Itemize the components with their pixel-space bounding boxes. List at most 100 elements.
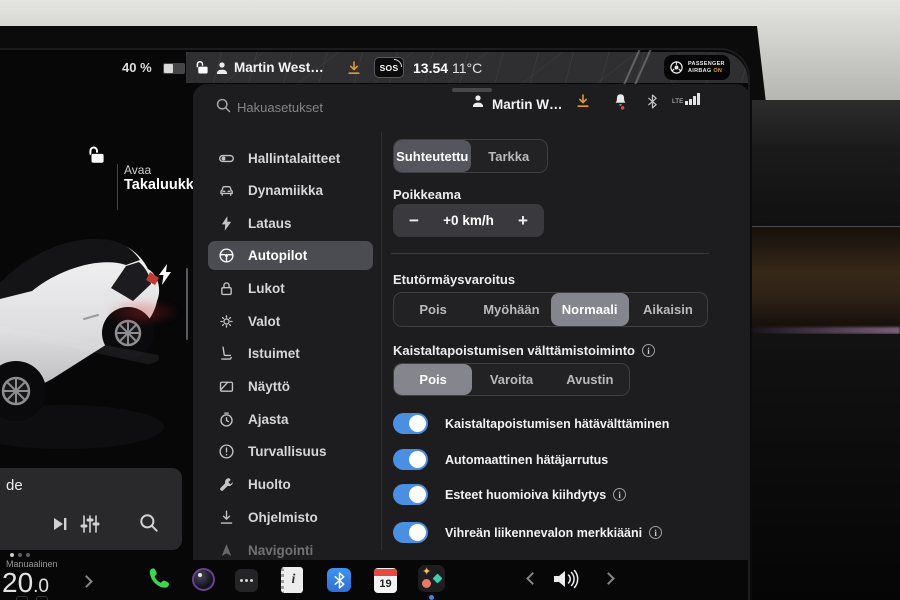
skip-next-icon[interactable]	[50, 514, 70, 534]
decrease-button[interactable]: −	[406, 211, 422, 231]
driver-profile-icon[interactable]	[214, 52, 230, 83]
forward-collision-label: Etutörmäysvaroitus	[393, 272, 515, 287]
info-icon[interactable]	[613, 488, 626, 501]
toggle-row: Kaistaltapoistumisen hätävälttäminen	[393, 413, 669, 434]
option-off[interactable]: Pois	[394, 293, 472, 326]
car-unlocked-icon[interactable]	[194, 52, 211, 83]
toggle-row: Vihreän liikennevalon merkkiääni	[393, 522, 662, 543]
more-apps-icon[interactable]	[235, 569, 258, 592]
option-assist[interactable]: Avustin	[551, 364, 629, 395]
trunk-divider	[117, 164, 118, 210]
sidebar-item-autopilot[interactable]: Autopilot	[208, 241, 373, 270]
settings-sheet: Hakuasetukset Martin W… LTE	[193, 84, 750, 560]
volume-down-chevron-icon[interactable]	[526, 572, 539, 585]
sidebar-item-scheduling[interactable]: Ajasta	[208, 405, 373, 434]
speed-mode-tabs: Suhteutettu Tarkka	[393, 139, 548, 173]
option-warning[interactable]: Varoita	[472, 364, 550, 395]
unlocked-icon[interactable]	[86, 144, 108, 166]
info-icon[interactable]	[642, 344, 655, 357]
toggle-emergency-lane-departure[interactable]	[393, 413, 428, 434]
section-divider	[391, 253, 709, 254]
climate-expand-chevron-icon[interactable]	[80, 575, 93, 588]
network-type-label: LTE	[672, 98, 683, 105]
airbag-on-state: ON	[713, 68, 722, 74]
camera-lens-app-icon[interactable]	[192, 568, 215, 591]
sidebar-item-service[interactable]: Huolto	[208, 470, 373, 499]
map-road-line	[622, 49, 641, 88]
sidebar-item-locks[interactable]: Lukot	[208, 274, 373, 303]
media-track-title: de	[6, 477, 23, 494]
search-icon[interactable]	[215, 97, 232, 114]
climate-temperature[interactable]: 20.0	[2, 567, 49, 599]
settings-search-input[interactable]: Hakuasetukset	[237, 100, 323, 115]
sheet-drag-handle[interactable]	[452, 88, 492, 92]
profile-icon[interactable]	[470, 93, 486, 114]
option-off[interactable]: Pois	[394, 364, 472, 395]
media-search-icon[interactable]	[138, 512, 160, 534]
toggle-green-light-chime[interactable]	[393, 522, 428, 543]
ambient-light-strip	[752, 327, 900, 334]
sheet-scrollbar[interactable]	[186, 268, 188, 340]
dashboard-lower	[752, 334, 900, 600]
toggle-automatic-emergency-braking[interactable]	[393, 449, 428, 470]
seat-heater-icon[interactable]	[16, 596, 28, 600]
lane-departure-label: Kaistaltapoistumisen välttämistoiminto	[393, 343, 655, 358]
profile-name[interactable]: Martin W…	[492, 97, 563, 112]
cellular-signal-icon[interactable]: LTE	[672, 93, 700, 105]
sos-badge: SOS	[374, 57, 404, 78]
app-notification-dot	[429, 595, 434, 600]
sidebar-item-controls[interactable]: Hallintalaitteet	[208, 144, 373, 173]
taillight-glow	[104, 298, 180, 326]
charging-bolt-icon	[158, 264, 172, 285]
trunk-open-label[interactable]: Avaa	[124, 163, 151, 177]
option-early[interactable]: Aikaisin	[629, 293, 707, 326]
volume-up-chevron-icon[interactable]	[602, 572, 615, 585]
status-bar: Martin West… SOS 13.54 11°C PASSENGERAIR…	[186, 52, 748, 83]
toggle-row: Esteet huomioiva kiihdytys	[393, 484, 626, 505]
toggle-obstacle-aware-acceleration[interactable]	[393, 484, 428, 505]
tab-fixed[interactable]: Tarkka	[471, 140, 548, 172]
trunk-name-label[interactable]: Takaluukku	[124, 177, 203, 193]
touchscreen: 40 % Avaa Takaluukku	[0, 48, 750, 600]
sidebar-item-display[interactable]: Näyttö	[208, 372, 373, 401]
sidebar-item-charging[interactable]: Lataus	[208, 209, 373, 238]
option-late[interactable]: Myöhään	[472, 293, 550, 326]
sidebar-item-safety[interactable]: Turvallisuus	[208, 437, 373, 466]
bluetooth-icon[interactable]	[647, 94, 658, 114]
offset-value: +0 km/h	[443, 213, 494, 228]
bluetooth-app-icon[interactable]	[327, 568, 351, 592]
software-update-icon[interactable]	[346, 52, 362, 83]
sidebar-item-dynamics[interactable]: Dynamiikka	[208, 176, 373, 205]
owners-manual-app-icon[interactable]: i	[281, 567, 303, 593]
increase-button[interactable]: +	[515, 211, 531, 231]
sidebar-item-navigation[interactable]: Navigointi	[208, 536, 373, 565]
tab-relative[interactable]: Suhteutettu	[394, 140, 471, 172]
photo-of-tesla-screen: 40 % Avaa Takaluukku	[0, 0, 900, 600]
dashboard-wood-trim	[752, 226, 900, 327]
media-player[interactable]: de	[0, 468, 182, 550]
arcade-app-icon[interactable]	[418, 565, 445, 592]
lane-departure-options: Pois Varoita Avustin	[393, 363, 630, 396]
speaker-icon[interactable]	[552, 568, 580, 590]
passenger-airbag-badge: PASSENGERAIRBAG ON	[664, 55, 730, 80]
download-icon[interactable]	[575, 93, 591, 114]
info-icon[interactable]	[649, 526, 662, 539]
seat-heater-icon[interactable]	[36, 596, 48, 600]
page-dots	[10, 553, 30, 557]
notifications-bell-icon[interactable]	[612, 92, 629, 116]
option-normal[interactable]: Normaali	[551, 293, 629, 326]
equalizer-icon[interactable]	[80, 514, 100, 534]
sidebar-item-software[interactable]: Ohjelmisto	[208, 503, 373, 532]
sidebar-item-lights[interactable]: Valot	[208, 307, 373, 336]
clock: 13.54	[413, 52, 448, 83]
sidebar-item-seats[interactable]: Istuimet	[208, 339, 373, 368]
driver-profile-name[interactable]: Martin West…	[234, 52, 324, 83]
offset-label: Poikkeama	[393, 187, 461, 202]
toggle-row: Automaattinen hätäjarrutus	[393, 449, 608, 470]
calendar-day: 19	[379, 576, 391, 593]
phone-app-icon[interactable]	[144, 566, 170, 592]
content-divider	[381, 132, 382, 550]
car-render[interactable]	[0, 227, 174, 467]
calendar-app-icon[interactable]: 19	[374, 568, 397, 593]
dashboard-panel	[752, 100, 900, 228]
